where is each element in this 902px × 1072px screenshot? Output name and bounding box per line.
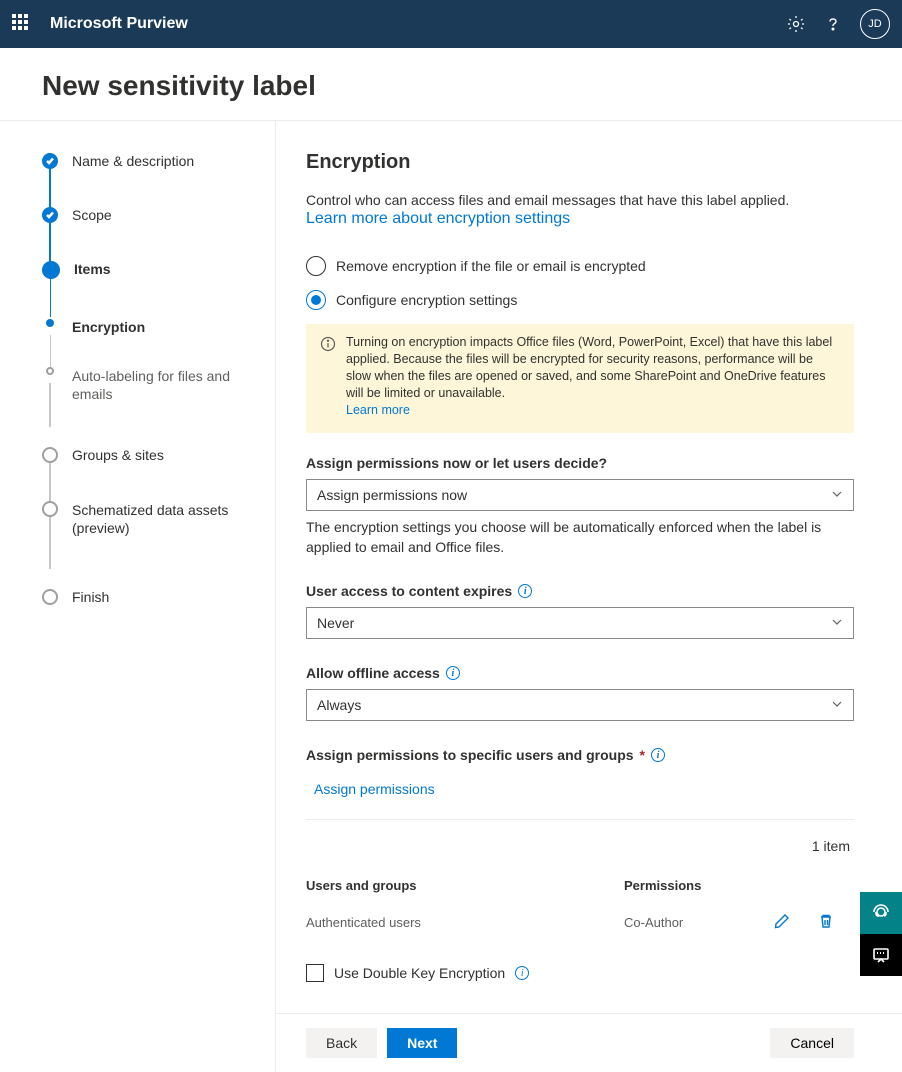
expiry-label: User access to content expires i [306, 583, 854, 599]
wizard-footer: Back Next Cancel [276, 1013, 902, 1072]
radio-configure-encryption[interactable]: Configure encryption settings [306, 290, 854, 310]
radio-remove-encryption[interactable]: Remove encryption if the file or email i… [306, 256, 854, 276]
page-title: New sensitivity label [0, 48, 902, 120]
table-row: Authenticated users Co-Author [306, 899, 854, 946]
assign-hint: The encryption settings you choose will … [306, 517, 854, 557]
radio-icon [306, 256, 326, 276]
info-icon[interactable]: i [446, 666, 460, 680]
info-icon [320, 336, 336, 419]
learn-more-encryption-link[interactable]: Learn more about encryption settings [306, 210, 570, 227]
step-name-description[interactable]: Name & description [42, 153, 255, 169]
step-scope[interactable]: Scope [42, 207, 255, 223]
section-heading: Encryption [306, 151, 854, 174]
step-schematized[interactable]: Schematized data assets (preview) [42, 501, 255, 537]
avatar[interactable]: JD [860, 9, 890, 39]
offline-label: Allow offline access i [306, 665, 854, 681]
step-auto-labeling[interactable]: Auto-labeling for files and emails [42, 367, 255, 403]
wizard-steps-sidebar: Name & description Scope Items Encryptio… [0, 121, 276, 1072]
next-button[interactable]: Next [387, 1028, 457, 1058]
assign-permissions-select[interactable]: Assign permissions now [306, 479, 854, 511]
encryption-impact-callout: Turning on encryption impacts Office fil… [306, 324, 854, 433]
chevron-down-icon [831, 615, 843, 631]
radio-icon [306, 290, 326, 310]
dke-checkbox[interactable] [306, 964, 324, 982]
chevron-down-icon [831, 487, 843, 503]
cancel-button[interactable]: Cancel [770, 1028, 854, 1058]
assign-permissions-label: Assign permissions now or let users deci… [306, 455, 854, 471]
edit-icon[interactable] [774, 913, 790, 932]
permissions-table-header: Users and groups Permissions [306, 872, 854, 899]
callout-learn-more-link[interactable]: Learn more [346, 403, 410, 417]
info-icon[interactable]: i [515, 966, 529, 980]
item-count: 1 item [306, 820, 854, 872]
dke-label: Use Double Key Encryption [334, 965, 505, 981]
feedback-icon[interactable] [860, 934, 902, 976]
step-encryption[interactable]: Encryption [42, 319, 255, 335]
assign-permissions-link[interactable]: Assign permissions [306, 771, 435, 813]
back-button[interactable]: Back [306, 1028, 377, 1058]
intro-text: Control who can access files and email m… [306, 190, 854, 210]
expiry-select[interactable]: Never [306, 607, 854, 639]
delete-icon[interactable] [818, 913, 834, 932]
step-finish[interactable]: Finish [42, 589, 255, 605]
app-launcher-icon[interactable] [12, 14, 32, 34]
help-icon[interactable] [824, 15, 842, 33]
settings-icon[interactable] [786, 14, 806, 34]
product-name: Microsoft Purview [50, 15, 188, 33]
specific-users-label: Assign permissions to specific users and… [306, 747, 854, 763]
offline-select[interactable]: Always [306, 689, 854, 721]
info-icon[interactable]: i [518, 584, 532, 598]
chevron-down-icon [831, 697, 843, 713]
step-groups-sites[interactable]: Groups & sites [42, 447, 255, 463]
step-items[interactable]: Items [42, 261, 255, 279]
support-icon[interactable] [860, 892, 902, 934]
info-icon[interactable]: i [651, 748, 665, 762]
